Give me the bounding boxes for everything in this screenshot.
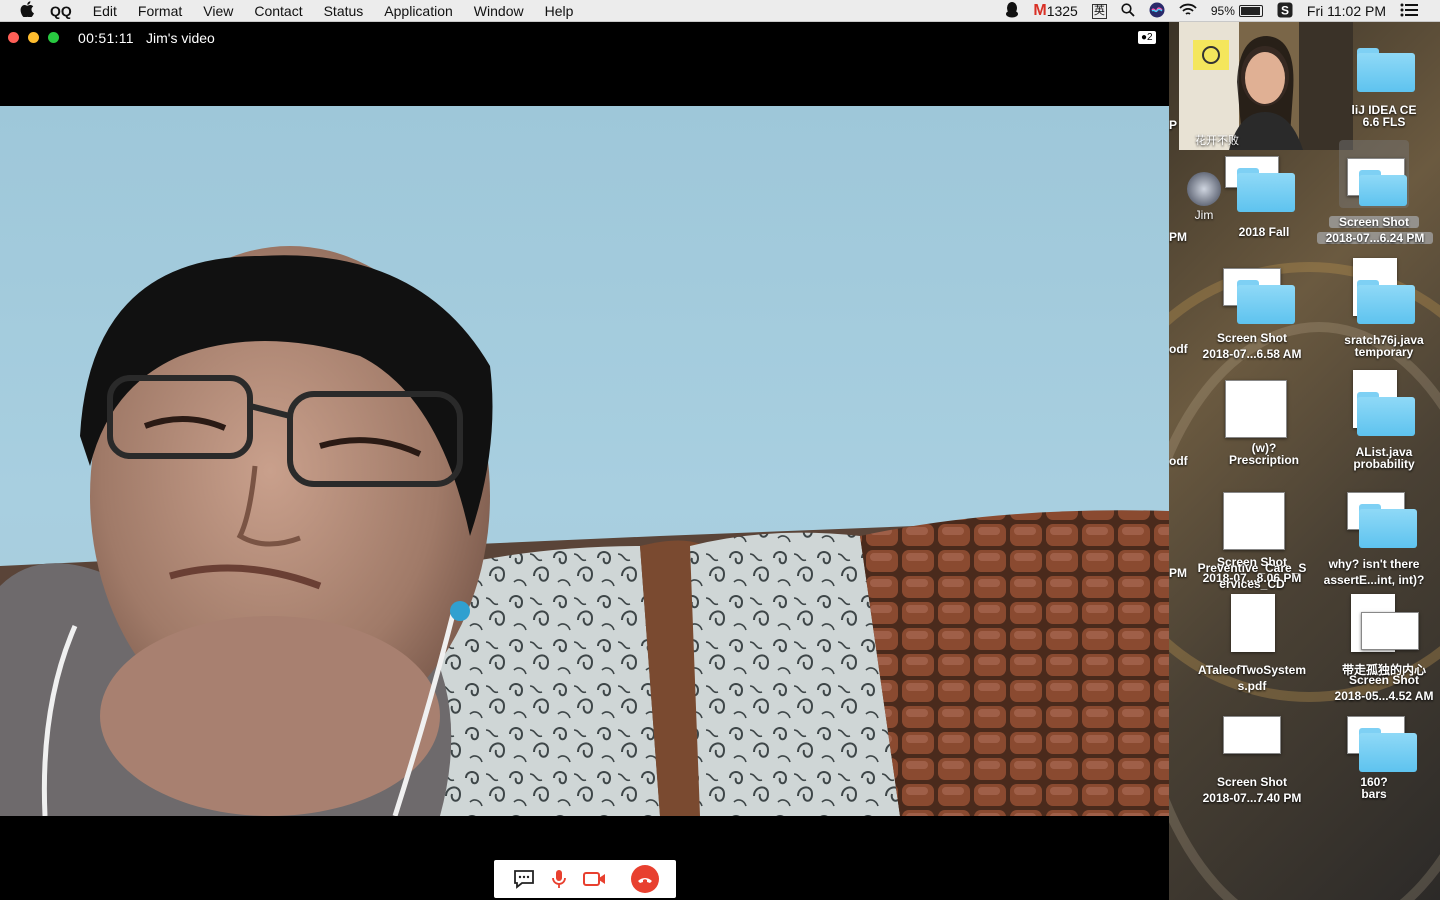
menu-qq[interactable]: QQ (50, 3, 72, 19)
desktop-file[interactable]: (w)? Prescription (1209, 378, 1319, 468)
edge-label: PM (1169, 566, 1187, 580)
menu-window[interactable]: Window (474, 3, 524, 19)
edge-label: odf (1169, 454, 1188, 468)
hangup-icon (631, 865, 659, 893)
self-view-video[interactable]: 花开不败 (1179, 22, 1353, 150)
call-controls (494, 860, 676, 898)
search-icon[interactable] (1121, 2, 1135, 20)
remote-video-feed (0, 106, 1169, 816)
input-method-indicator[interactable]: 英 (1091, 3, 1107, 19)
battery-percent: 95% (1210, 4, 1235, 18)
folder-icon (1359, 728, 1417, 772)
microphone-icon (552, 870, 566, 888)
status-area: M 1325 英 95% S Fri 11:02 PM (1005, 0, 1440, 22)
menu-bar: QQ Edit Format View Contact Status Appli… (0, 0, 1440, 22)
desktop-file[interactable]: Screen Shot 2018-07...6.58 AM (1197, 266, 1307, 360)
folder-icon (1357, 280, 1415, 324)
call-timer: 00:51:11 (78, 30, 134, 46)
video-titlebar: 00:51:11 Jim's video ●2 (0, 22, 1169, 54)
sogou-icon[interactable]: S (1277, 2, 1293, 21)
desktop-folder[interactable]: liJ IDEA CE 6.6 FLS (1329, 32, 1439, 128)
window-title: Jim's video (146, 30, 215, 46)
notification-list-icon[interactable] (1400, 3, 1418, 20)
desktop-folder[interactable]: 2018 Fall (1209, 154, 1319, 240)
folder-icon (1359, 504, 1417, 548)
close-button[interactable] (8, 32, 19, 43)
folder-icon (1237, 168, 1295, 212)
qq-penguin-icon[interactable] (1005, 1, 1019, 21)
participants-badge[interactable]: ●2 (1138, 31, 1156, 44)
desktop-file[interactable]: 160? bars (1319, 714, 1429, 804)
menu-status[interactable]: Status (324, 3, 364, 19)
desktop-pdf-file[interactable]: ATaleofTwoSystem s.pdf (1197, 592, 1307, 692)
desktop-file-label[interactable]: Preventive_Care_S ervices_CD (1197, 562, 1307, 592)
apple-icon[interactable] (18, 0, 36, 21)
self-view-image (1179, 22, 1353, 150)
gmail-indicator[interactable]: M 1325 (1033, 2, 1077, 20)
gmail-icon: M (1033, 2, 1047, 19)
camera-button[interactable] (582, 860, 608, 898)
microphone-button[interactable] (550, 860, 568, 898)
minimize-button[interactable] (28, 32, 39, 43)
desktop-file[interactable]: AList.java probability (1329, 368, 1439, 470)
menu-application[interactable]: Application (384, 3, 453, 19)
edge-label: PM (1169, 230, 1187, 244)
edge-label: P (1169, 118, 1178, 132)
menu-contact[interactable]: Contact (254, 3, 302, 19)
desktop-file[interactable]: why? isn't there assertE...int, int)? (1319, 480, 1429, 586)
desktop-file-label[interactable]: Screen Shot 2018-05...4.52 AM (1329, 674, 1439, 704)
menu-format[interactable]: Format (138, 3, 182, 19)
battery-icon[interactable] (1238, 5, 1263, 17)
remote-video-image (0, 246, 1169, 816)
folder-icon (1237, 280, 1295, 324)
menu-edit[interactable]: Edit (93, 3, 117, 19)
folder-icon (1357, 48, 1415, 92)
screenshot-thumbnail (1223, 716, 1281, 754)
menu-view[interactable]: View (203, 3, 233, 19)
chat-button[interactable] (512, 860, 536, 898)
screenshot-thumbnail (1361, 612, 1419, 650)
desktop-file-selected[interactable]: Screen Shot 2018-07...6.24 PM (1317, 140, 1433, 246)
folder-icon (1359, 170, 1407, 206)
folder-icon (1357, 392, 1415, 436)
pdf-file-icon (1231, 594, 1275, 652)
desktop: P PM odf odf PM 花开不败 Jim liJ IDEA CE 6.6… (1169, 22, 1440, 900)
wifi-icon[interactable] (1179, 3, 1197, 20)
edge-label: odf (1169, 342, 1188, 356)
chat-icon (514, 870, 534, 889)
video-call-window: 00:51:11 Jim's video ●2 (0, 22, 1169, 900)
zoom-button[interactable] (48, 32, 59, 43)
hangup-button[interactable] (630, 860, 660, 898)
desktop-file[interactable]: sratch76j.java temporary (1329, 256, 1439, 358)
clock[interactable]: Fri 11:02 PM (1307, 3, 1386, 19)
svg-text:S: S (1281, 3, 1289, 17)
document-thumbnail (1223, 492, 1285, 550)
document-thumbnail (1225, 380, 1287, 438)
self-view-caption: 花开不败 (1195, 135, 1239, 147)
desktop-file[interactable]: Screen Shot 2018-07...7.40 PM (1197, 714, 1307, 804)
menu-help[interactable]: Help (545, 3, 574, 19)
camera-icon (583, 872, 605, 886)
siri-icon[interactable] (1149, 2, 1165, 21)
mail-count: 1325 (1046, 3, 1078, 19)
